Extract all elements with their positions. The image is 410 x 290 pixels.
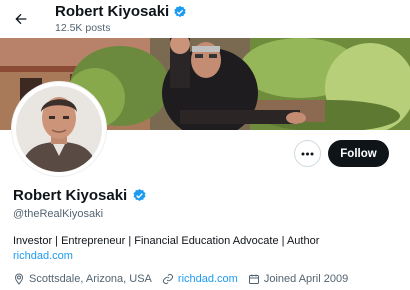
website-item[interactable]: richdad.com <box>162 273 238 285</box>
profile-handle: @theRealKiyosaki <box>13 208 104 220</box>
arrow-left-icon <box>13 11 29 27</box>
verified-badge-icon[interactable] <box>132 188 147 203</box>
follow-button[interactable]: Follow <box>328 140 389 167</box>
top-bar: Robert Kiyosaki 12.5K posts <box>0 0 410 38</box>
header-title: Robert Kiyosaki <box>55 3 187 20</box>
profile-avatar[interactable] <box>12 82 106 176</box>
link-icon <box>162 273 174 285</box>
profile-bio: Investor | Entrepreneur | Financial Educ… <box>13 235 320 247</box>
location-item: Scottsdale, Arizona, USA <box>13 273 152 285</box>
back-button[interactable] <box>8 6 34 32</box>
location-text: Scottsdale, Arizona, USA <box>29 273 152 285</box>
profile-name-text: Robert Kiyosaki <box>13 187 128 204</box>
website-link[interactable]: richdad.com <box>178 273 238 285</box>
calendar-icon <box>248 273 260 285</box>
bio-link[interactable]: richdad.com <box>13 250 73 262</box>
profile-meta: Scottsdale, Arizona, USA richdad.com Joi… <box>13 273 358 285</box>
joined-text: Joined April 2009 <box>263 273 349 285</box>
location-pin-icon <box>13 273 25 285</box>
more-horizontal-icon <box>301 152 314 156</box>
joined-item: Joined April 2009 <box>248 273 348 285</box>
verified-badge-icon <box>173 5 187 19</box>
profile-name: Robert Kiyosaki <box>13 187 147 204</box>
header-name: Robert Kiyosaki <box>55 3 170 20</box>
post-count: 12.5K posts <box>55 22 111 34</box>
more-options-button[interactable] <box>294 140 321 167</box>
